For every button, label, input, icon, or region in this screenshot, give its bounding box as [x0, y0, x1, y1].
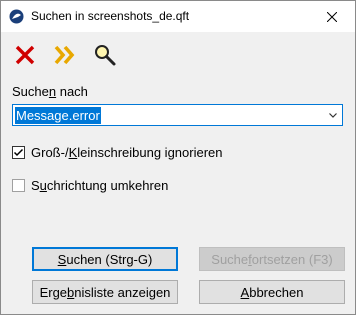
find-next-button[interactable]	[51, 41, 79, 69]
search-combobox[interactable]: Message.error	[12, 104, 343, 126]
search-input[interactable]: Message.error	[15, 107, 101, 124]
search-button[interactable]: Suchen (Strg-G)	[32, 247, 178, 271]
window-title: Suchen in screenshots_de.qft	[31, 9, 190, 23]
show-results-button[interactable]: Erge b nisliste anzeigen	[32, 280, 178, 304]
continue-search-button[interactable]: Suche f ortsetzen (F3)	[199, 247, 345, 271]
close-button[interactable]	[309, 1, 355, 32]
chevron-down-icon	[329, 112, 337, 118]
reverse-direction-checkbox[interactable]	[12, 179, 25, 192]
reverse-direction-label[interactable]: Suchrichtung umkehren	[31, 178, 168, 193]
magnifier-icon	[95, 45, 116, 66]
close-icon	[327, 11, 337, 22]
red-x-icon	[15, 45, 35, 65]
app-icon	[9, 9, 24, 24]
double-chevron-right-icon	[54, 45, 75, 65]
find-dialog: Suchen in screenshots_de.qft Suchen nach…	[0, 0, 356, 315]
cancel-button[interactable]: Abbrechen	[199, 280, 345, 304]
case-insensitive-checkbox[interactable]	[12, 146, 25, 159]
title-bar: Suchen in screenshots_de.qft	[1, 1, 355, 32]
stop-search-button[interactable]	[11, 41, 39, 69]
dropdown-button[interactable]	[325, 106, 341, 124]
search-label: Suchen nach	[12, 84, 88, 99]
checkmark-icon	[13, 148, 24, 157]
find-all-button[interactable]	[91, 41, 119, 69]
case-insensitive-label[interactable]: Groß-/Kleinschreibung ignorieren	[31, 145, 223, 160]
